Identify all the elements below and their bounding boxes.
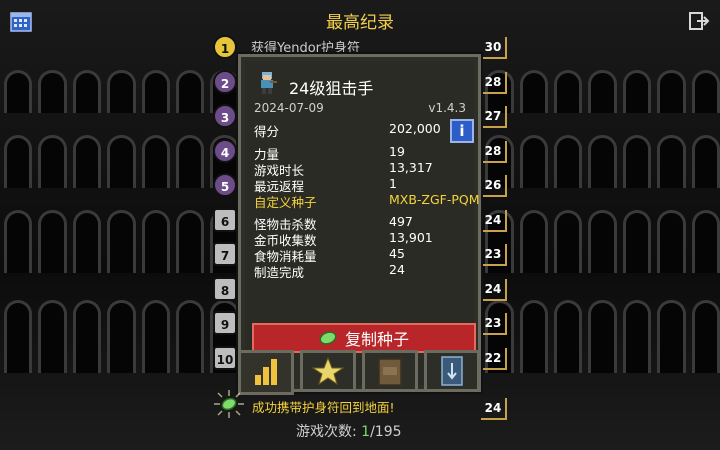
rank-depth: 22 <box>481 348 507 370</box>
rank-depth: 28 <box>481 72 507 94</box>
food-value: 45 <box>389 246 405 261</box>
copy-seed-button[interactable]: 复制种子 <box>252 323 476 353</box>
kills-value: 497 <box>389 214 413 229</box>
tab-items[interactable] <box>362 350 418 392</box>
rank-depth: 27 <box>481 106 507 128</box>
rank-depth: 28 <box>481 141 507 163</box>
rank-depth: 26 <box>481 175 507 197</box>
tab-stats[interactable] <box>238 350 294 395</box>
rank-badge: 7 <box>213 242 237 266</box>
exit-icon[interactable] <box>688 10 710 32</box>
tab-badges[interactable] <box>300 350 356 392</box>
game-version: v1.4.3 <box>428 101 466 115</box>
seed-value: MXB-ZGF-PQM <box>389 192 480 207</box>
rank-badge: 9 <box>213 311 237 335</box>
rank-depth: 23 <box>481 244 507 266</box>
seed-glow-icon <box>214 390 244 418</box>
info-button[interactable]: i <box>450 119 474 143</box>
bottom-depth: 24 <box>481 398 507 420</box>
score-label: 得分 <box>254 124 280 139</box>
games-current: 1 <box>361 424 371 440</box>
rank-depth: 24 <box>481 279 507 301</box>
stats-icon <box>255 359 277 385</box>
rank-badge: 5 <box>213 173 237 197</box>
copy-seed-label: 复制种子 <box>344 330 409 349</box>
strength-value: 19 <box>389 144 405 159</box>
rank-depth: 30 <box>481 37 507 59</box>
crafted-value: 24 <box>389 262 405 277</box>
rank-badge: 1 <box>213 35 237 59</box>
record-date: 2024-07-09 <box>254 101 324 115</box>
star-icon <box>311 356 345 386</box>
page-title: 最高纪录 <box>326 13 394 33</box>
rank-badge: 8 <box>213 277 237 301</box>
backpack-icon <box>378 358 402 386</box>
duration-value: 13,317 <box>389 160 433 175</box>
rank-badge: 6 <box>213 208 237 232</box>
record-detail-panel: 24级狙击手 2024-07-09 v1.4.3 得分 202,000 i 力量… <box>238 54 481 392</box>
rank-depth: 23 <box>481 313 507 335</box>
rank-depth: 24 <box>481 210 507 232</box>
win-description: 成功携带护身符回到地面! <box>252 400 395 415</box>
gold-value: 13,901 <box>389 230 433 245</box>
rank-badge: 2 <box>213 70 237 94</box>
tab-journal[interactable] <box>424 350 480 392</box>
seed-label: 自定义种子 <box>254 195 317 210</box>
games-label: 游戏次数: <box>296 424 357 440</box>
games-played: 游戏次数: 1/195 <box>296 421 402 441</box>
return-value: 1 <box>389 176 397 191</box>
journal-icon <box>441 356 463 386</box>
games-total: /195 <box>370 424 402 440</box>
crafted-label: 制造完成 <box>254 265 305 280</box>
rank-badge: 10 <box>213 346 237 370</box>
seed-icon <box>319 331 337 345</box>
sniper-hero-icon <box>261 72 277 94</box>
rank-badge: 4 <box>213 139 237 163</box>
score-value: 202,000 <box>389 121 441 136</box>
hero-title: 24级狙击手 <box>289 79 374 98</box>
rank-badge: 3 <box>213 104 237 128</box>
top-bar: 最高纪录 <box>0 0 720 40</box>
